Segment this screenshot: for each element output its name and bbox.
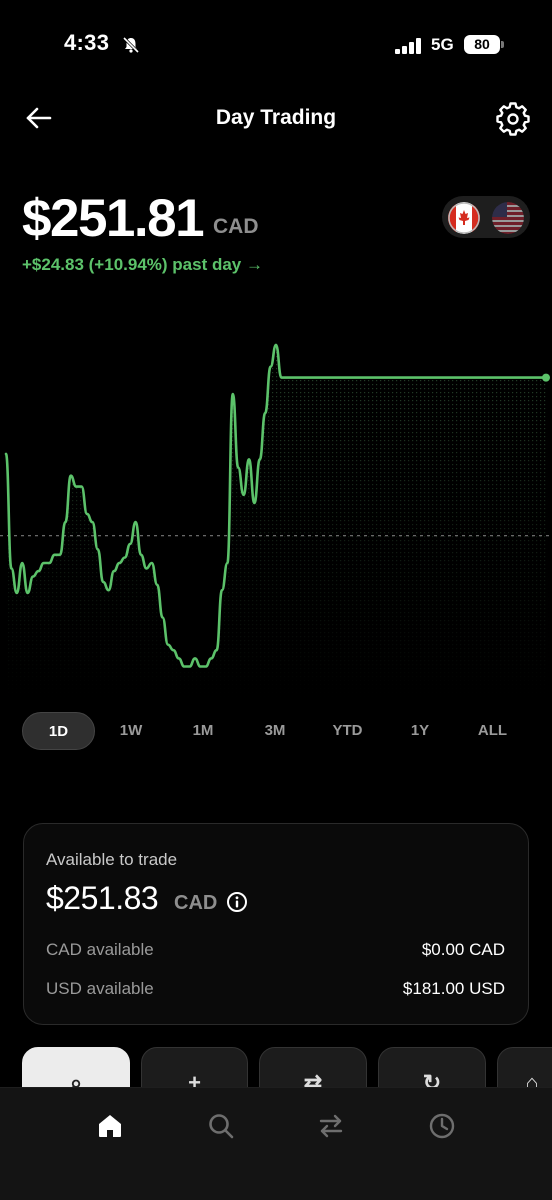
range-1y[interactable]: 1Y bbox=[384, 712, 456, 750]
transfer-icon[interactable] bbox=[317, 1112, 345, 1140]
usd-available-label: USD available bbox=[46, 979, 154, 998]
range-ytd[interactable]: YTD bbox=[311, 712, 384, 750]
cad-available-label: CAD available bbox=[46, 940, 154, 959]
available-label: Available to trade bbox=[46, 850, 178, 869]
range-1w[interactable]: 1W bbox=[95, 712, 167, 750]
balance-amount: $251.81 bbox=[22, 189, 205, 248]
status-time: 4:33 bbox=[64, 30, 110, 55]
range-3m[interactable]: 3M bbox=[239, 712, 311, 750]
range-1d[interactable]: 1D bbox=[22, 712, 95, 750]
search-icon[interactable] bbox=[207, 1112, 235, 1140]
available-currency: CAD bbox=[174, 892, 218, 914]
bottom-nav bbox=[0, 1087, 552, 1200]
balance-currency: CAD bbox=[213, 215, 259, 238]
usa-flag-icon[interactable] bbox=[492, 202, 524, 234]
battery-nub bbox=[501, 41, 504, 48]
signal-icon bbox=[395, 38, 421, 54]
portfolio-chart[interactable] bbox=[0, 300, 552, 700]
chart-area-fill bbox=[6, 344, 546, 700]
canada-flag-icon[interactable] bbox=[448, 202, 480, 234]
usd-available-value: $181.00 USD bbox=[402, 979, 505, 998]
available-amount: $251.83 bbox=[46, 880, 159, 916]
clock-icon[interactable] bbox=[428, 1112, 456, 1140]
home-icon[interactable] bbox=[96, 1112, 124, 1140]
info-icon[interactable] bbox=[226, 891, 248, 913]
network-label: 5G bbox=[431, 35, 454, 54]
chart-current-point bbox=[542, 373, 550, 382]
battery-indicator: 80 bbox=[464, 35, 500, 54]
range-1m[interactable]: 1M bbox=[167, 712, 239, 750]
cad-available-value: $0.00 CAD bbox=[421, 940, 505, 959]
bell-muted-icon bbox=[122, 36, 140, 54]
gear-icon[interactable] bbox=[496, 102, 530, 136]
daily-change[interactable]: +$24.83 (+10.94%) past day → bbox=[22, 255, 263, 275]
range-all[interactable]: ALL bbox=[456, 712, 529, 750]
page-title: Day Trading bbox=[215, 106, 337, 129]
